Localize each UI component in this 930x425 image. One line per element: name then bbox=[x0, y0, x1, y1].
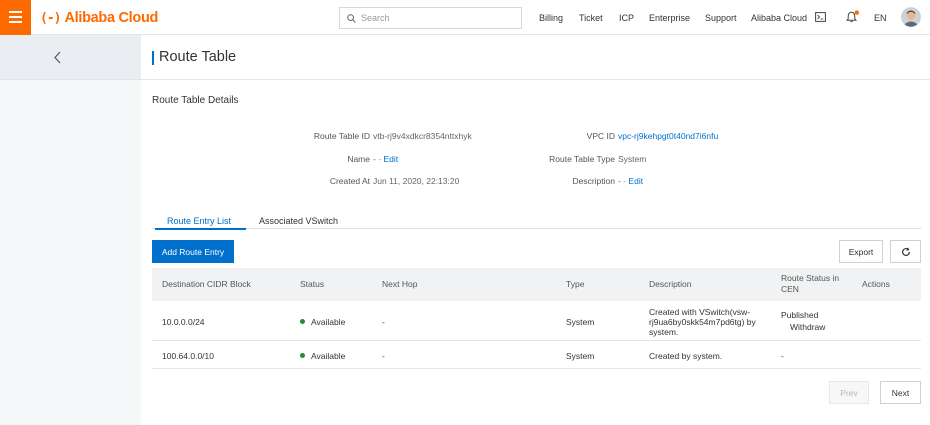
route-table-id-value-wrap: vtb-rj9v4xdkcr8354nttxhyk bbox=[373, 131, 472, 141]
name-value: - bbox=[373, 154, 376, 164]
hamburger-menu-button[interactable] bbox=[0, 0, 31, 35]
column-type: Type bbox=[566, 279, 585, 289]
withdraw-link[interactable]: Withdraw bbox=[790, 322, 825, 332]
name-value-wrap: - - Edit bbox=[373, 154, 399, 164]
cell-next-hop: - bbox=[382, 317, 385, 327]
vpc-id-field: VPC ID bbox=[587, 131, 615, 141]
route-table-type-value-wrap: System bbox=[618, 154, 646, 164]
search-input[interactable] bbox=[361, 13, 501, 23]
cell-status: Available bbox=[300, 351, 345, 361]
available-status-dot bbox=[300, 353, 305, 358]
nav-enterprise[interactable]: Enterprise bbox=[649, 13, 690, 23]
language-switcher[interactable]: EN bbox=[874, 13, 887, 23]
table-row: 10.0.0.0/24 Available - System Created w… bbox=[152, 301, 921, 341]
description-value: - bbox=[618, 176, 621, 186]
cell-cen-status: - bbox=[781, 351, 784, 361]
cell-status: Available bbox=[300, 317, 345, 327]
cell-cidr: 10.0.0.0/24 bbox=[162, 317, 205, 327]
name-field: Name bbox=[347, 154, 370, 164]
notification-bell-icon[interactable] bbox=[846, 10, 860, 23]
vpc-id-link[interactable]: vpc-rj9kehpgt0t40nd7i6nfu bbox=[618, 131, 718, 141]
cell-type: System bbox=[566, 351, 595, 361]
search-icon bbox=[347, 13, 356, 23]
cell-cidr: 100.64.0.0/10 bbox=[162, 351, 214, 361]
refresh-button[interactable] bbox=[890, 240, 921, 263]
tab-route-entry-list[interactable]: Route Entry List bbox=[154, 216, 247, 230]
left-sidebar bbox=[0, 35, 141, 425]
name-edit-link[interactable]: Edit bbox=[383, 154, 398, 164]
description-label: Description bbox=[572, 176, 615, 186]
status-text: Available bbox=[311, 351, 346, 361]
column-status: Status bbox=[300, 279, 325, 289]
created-at-field: Created At bbox=[330, 176, 370, 186]
export-button[interactable]: Export bbox=[839, 240, 883, 263]
alibaba-cloud-logo[interactable]: (-) Alibaba Cloud bbox=[40, 9, 158, 27]
created-at-value-wrap: Jun 11, 2020, 22:13:20 bbox=[373, 176, 459, 186]
page-title: Route Table bbox=[159, 49, 237, 65]
route-table-type-value: System bbox=[618, 154, 647, 164]
top-navigation-bar: (-) Alibaba Cloud Billing Ticket ICP Ent… bbox=[0, 0, 930, 35]
next-page-button[interactable]: Next bbox=[880, 381, 921, 404]
nav-support[interactable]: Support bbox=[705, 13, 737, 23]
title-accent-bar bbox=[152, 51, 154, 65]
table-row: 100.64.0.0/10 Available - System Created… bbox=[152, 341, 921, 369]
column-route-status-cen: Route Status in CEN bbox=[781, 273, 840, 294]
terminal-icon[interactable] bbox=[815, 12, 826, 22]
search-box[interactable] bbox=[339, 7, 522, 29]
column-next-hop: Next Hop bbox=[382, 279, 418, 289]
chevron-left-icon bbox=[54, 51, 61, 64]
logo-mark: (-) bbox=[40, 10, 62, 26]
route-table-id-label: Route Table ID bbox=[313, 131, 370, 141]
description-field: Description bbox=[572, 176, 615, 186]
prev-page-button[interactable]: Prev bbox=[829, 381, 869, 404]
back-button[interactable] bbox=[0, 35, 141, 80]
column-description: Description bbox=[649, 279, 692, 289]
route-table-id-field: Route Table ID bbox=[314, 131, 370, 141]
name-label: Name bbox=[347, 154, 370, 164]
cell-description: Created by system. bbox=[649, 351, 723, 361]
status-text: Available bbox=[311, 317, 346, 327]
column-destination-cidr: Destination CIDR Block bbox=[162, 279, 251, 289]
nav-alibaba-cloud[interactable]: Alibaba Cloud bbox=[751, 13, 807, 23]
description-edit-link[interactable]: Edit bbox=[628, 176, 643, 186]
refresh-icon bbox=[901, 246, 910, 256]
tab-associated-vswitch[interactable]: Associated VSwitch bbox=[259, 216, 338, 226]
section-title: Route Table Details bbox=[152, 95, 239, 106]
route-table-type-field: Route Table Type bbox=[549, 154, 615, 164]
vpc-id-value-wrap: vpc-rj9kehpgt0t40nd7i6nfu bbox=[618, 131, 718, 141]
route-table-type-label: Route Table Type bbox=[549, 154, 615, 164]
user-avatar-icon[interactable] bbox=[901, 7, 921, 27]
vpc-id-label: VPC ID bbox=[586, 131, 615, 141]
cell-cen-status: Published bbox=[781, 310, 819, 320]
tab-bar: Route Entry List Associated VSwitch bbox=[152, 213, 921, 230]
nav-ticket[interactable]: Ticket bbox=[579, 13, 603, 23]
available-status-dot bbox=[300, 319, 305, 324]
page-header: Route Table bbox=[141, 35, 930, 80]
created-at-label: Created At bbox=[329, 176, 370, 186]
cell-description: Created with VSwitch(vsw-rj9ua6by0skk54m… bbox=[649, 307, 756, 337]
route-table-id-value: vtb-rj9v4xdkcr8354nttxhyk bbox=[373, 131, 472, 141]
table-header: Destination CIDR Block Status Next Hop T… bbox=[152, 268, 921, 301]
created-at-value: Jun 11, 2020, 22:13:20 bbox=[373, 176, 460, 186]
logo-text: Alibaba Cloud bbox=[64, 10, 159, 26]
nav-icp[interactable]: ICP bbox=[619, 13, 634, 23]
nav-billing[interactable]: Billing bbox=[539, 13, 563, 23]
description-value-wrap: - - Edit bbox=[618, 176, 644, 186]
add-route-entry-button[interactable]: Add Route Entry bbox=[152, 240, 234, 263]
column-actions: Actions bbox=[862, 279, 890, 289]
cell-type: System bbox=[566, 317, 595, 327]
cell-next-hop: - bbox=[382, 351, 385, 361]
